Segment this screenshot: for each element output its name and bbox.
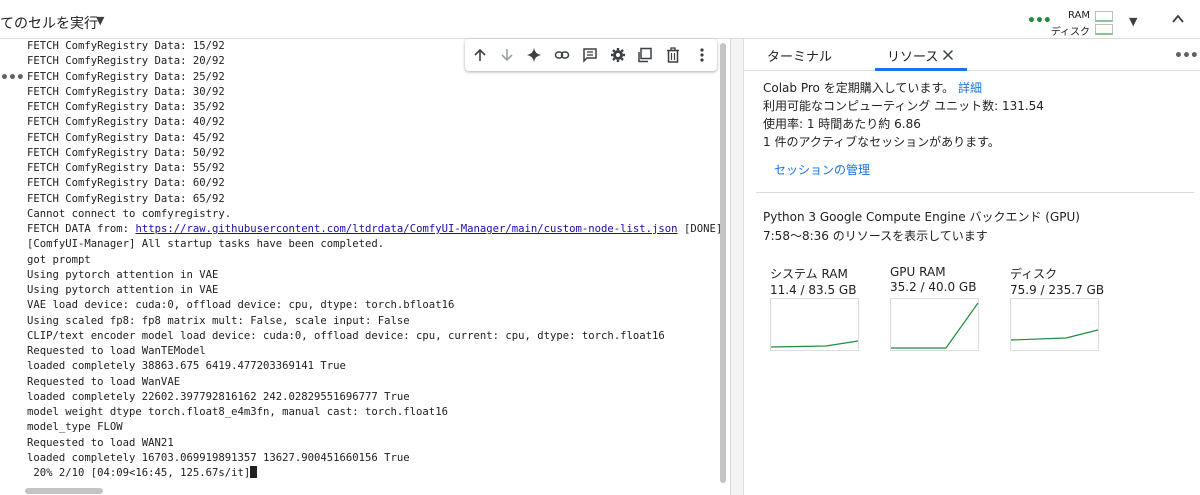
progress-text: 20% 2/10 [04:09<16:45, 125.67s/it] — [27, 467, 251, 479]
output-line: VAE load device: cuda:0, offload device:… — [27, 299, 455, 312]
text-cursor — [250, 466, 258, 478]
compute-units: 利用可能なコンピューティング ユニット数: 131.54 — [763, 99, 1044, 113]
run-all-cells-menu[interactable]: てのセルを実行 — [0, 13, 98, 33]
output-line: Requested to load WAN21 — [27, 436, 174, 449]
output-line: FETCH ComfyRegistry Data: 35/92 — [27, 101, 225, 113]
disk-indicator-label: ディスク — [1050, 27, 1090, 38]
time-range-info: 7:58〜8:36 のリソースを表示しています — [763, 229, 988, 243]
cell-output: ••• FETCH ComfyRegistry Data: 15/92 FETCH… — [0, 39, 730, 495]
gauge-title: GPU RAM — [890, 265, 946, 279]
output-line: Requested to load WanTEModel — [27, 345, 206, 357]
output-line: CLIP/text encoder model load device: cud… — [27, 329, 665, 342]
gauge-title: ディスク — [1010, 267, 1058, 281]
gauge-value: 35.2 / 40.0 GB — [890, 280, 977, 294]
sparkle-icon[interactable] — [526, 47, 542, 63]
output-line: model_type FLOW — [27, 421, 123, 434]
gauge-title: システム RAM — [770, 267, 848, 281]
gauge-value: 75.9 / 235.7 GB — [1010, 283, 1105, 297]
arrow-up-icon[interactable] — [472, 47, 488, 63]
system-ram-graph — [770, 298, 859, 351]
active-sessions: 1 件のアクティブなセッションがあります。 — [763, 135, 1000, 149]
link-suffix: [DONE] — [677, 223, 723, 235]
ram-indicator-label: RAM — [1067, 10, 1090, 21]
output-line: model weight dtype torch.float8_e4m3fn, … — [27, 406, 448, 418]
gpu-ram-usage-line — [891, 302, 979, 349]
output-line: loaded completely 22602.397792816162 242… — [27, 390, 410, 403]
output-line: Using pytorch attention in VAE — [27, 268, 219, 281]
disk-mini-meter[interactable] — [1095, 24, 1113, 35]
comment-icon[interactable] — [582, 47, 598, 63]
connection-status-icon[interactable]: ••• — [1027, 13, 1052, 29]
tab-resources[interactable]: リソース — [887, 46, 938, 65]
output-line: [ComfyUI-Manager] All startup tasks have… — [27, 238, 385, 251]
arrow-down-icon[interactable] — [499, 47, 515, 63]
system-ram-usage-line — [771, 340, 859, 348]
subscription-details-link[interactable]: 詳細 — [958, 81, 982, 95]
top-toolbar: てのセルを実行 ▼ ••• RAM ディスク ▼ — [0, 0, 1200, 39]
output-line: FETCH ComfyRegistry Data: 40/92 — [27, 116, 225, 129]
cell-menu-icon[interactable]: ••• — [0, 70, 25, 86]
output-line: loaded completely 38863.675 6419.4772033… — [27, 360, 346, 373]
output-line: FETCH ComfyRegistry Data: 25/92 — [27, 70, 225, 83]
vertical-scrollbar[interactable] — [720, 43, 726, 483]
output-line: Using pytorch attention in VAE — [27, 284, 219, 296]
panel-tabs: ターミナル リソース ••• — [744, 39, 1200, 71]
link-prefix: FETCH DATA from: — [27, 223, 136, 235]
mirror-cell-icon[interactable] — [637, 47, 653, 63]
progress-line: 20% 2/10 [04:09<16:45, 125.67s/it] — [27, 466, 722, 481]
disk-usage-line — [1011, 329, 1099, 341]
gear-icon[interactable] — [610, 47, 626, 63]
close-icon[interactable] — [942, 49, 954, 61]
output-line: FETCH ComfyRegistry Data: 50/92 — [27, 146, 225, 159]
tab-terminal[interactable]: ターミナル — [767, 46, 832, 65]
resources-panel: ターミナル リソース ••• Colab Pro を定期購入しています。 詳細 … — [744, 39, 1200, 495]
output-line: got prompt — [27, 253, 91, 266]
output-log: FETCH ComfyRegistry Data: 15/92 FETCH Com… — [27, 39, 722, 481]
system-ram-gauge: システム RAM 11.4 / 83.5 GB — [770, 265, 856, 297]
output-line: Cannot connect to comfyregistry. — [27, 207, 232, 220]
gauge-value: 11.4 / 83.5 GB — [770, 283, 857, 297]
disk-gauge: ディスク 75.9 / 235.7 GB — [1010, 265, 1104, 297]
active-tab-indicator — [875, 68, 967, 71]
gpu-ram-gauge: GPU RAM 35.2 / 40.0 GB — [890, 265, 976, 294]
custom-node-list-link[interactable]: https://raw.githubusercontent.com/ltdrda… — [135, 223, 677, 235]
output-line: Using scaled fp8: fp8 matrix mult: False… — [27, 314, 410, 327]
output-line: FETCH ComfyRegistry Data: 30/92 — [27, 85, 225, 98]
link-icon[interactable] — [554, 47, 570, 63]
manage-sessions-link[interactable]: セッションの管理 — [774, 161, 870, 178]
chevron-up-icon[interactable] — [1171, 12, 1185, 26]
subscription-line: Colab Pro を定期購入しています。 詳細 — [763, 79, 982, 96]
output-line: FETCH ComfyRegistry Data: 55/92 — [27, 162, 225, 174]
output-line: FETCH ComfyRegistry Data: 45/92 — [27, 131, 225, 144]
output-line: Requested to load WanVAE — [27, 375, 181, 388]
more-horiz-icon[interactable]: ••• — [1174, 48, 1199, 64]
divider — [756, 192, 1194, 193]
output-line: FETCH ComfyRegistry Data: 65/92 — [27, 192, 225, 205]
trash-icon[interactable] — [665, 47, 681, 63]
usage-rate: 使用率: 1 時間あたり約 6.86 — [763, 117, 921, 131]
output-line: FETCH ComfyRegistry Data: 60/92 — [27, 177, 225, 190]
ram-mini-meter[interactable] — [1095, 11, 1113, 22]
gpu-ram-graph — [890, 298, 979, 351]
horizontal-scrollbar[interactable] — [25, 488, 103, 494]
cell-toolbar — [465, 39, 717, 71]
subscription-text: Colab Pro を定期購入しています。 — [763, 81, 955, 95]
pane-resize-handle[interactable] — [730, 39, 744, 495]
output-line: loaded completely 16703.069919891357 136… — [27, 451, 410, 464]
disk-graph — [1010, 298, 1099, 351]
caret-down-icon[interactable]: ▼ — [96, 14, 104, 27]
runtime-menu-caret-icon[interactable]: ▼ — [1129, 15, 1137, 28]
more-vert-icon[interactable] — [694, 47, 710, 63]
backend-info: Python 3 Google Compute Engine バックエンド (G… — [763, 210, 1080, 224]
output-line-with-link: FETCH DATA from: https://raw.githubuserc… — [27, 222, 722, 237]
